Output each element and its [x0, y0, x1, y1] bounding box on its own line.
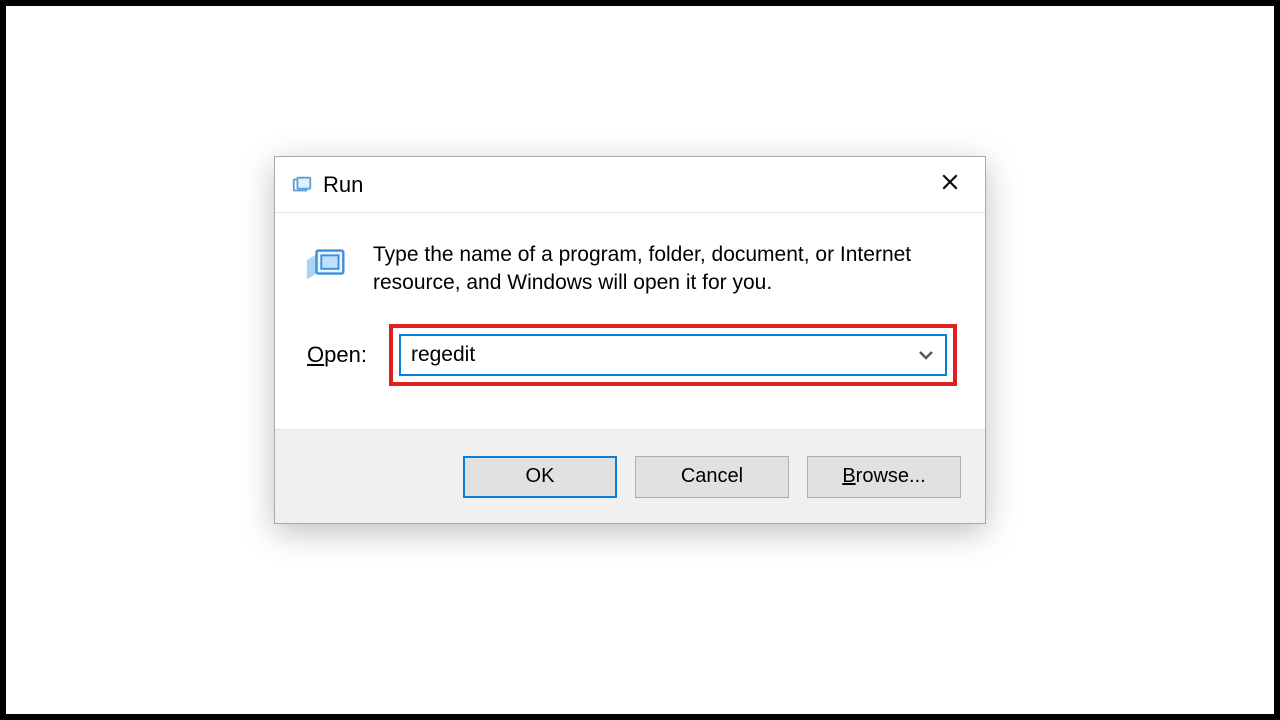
highlight-annotation: regedit — [389, 324, 957, 386]
open-combobox[interactable]: regedit — [399, 334, 947, 376]
browse-button-label: Browse... — [842, 465, 925, 488]
browse-button[interactable]: Browse... — [807, 456, 961, 498]
close-button[interactable] — [927, 162, 973, 208]
title-left: Run — [291, 172, 363, 198]
open-label: Open: — [307, 342, 367, 368]
ok-button-label: OK — [526, 465, 555, 488]
dialog-footer: OK Cancel Browse... — [275, 429, 985, 523]
dialog-content: Type the name of a program, folder, docu… — [275, 213, 985, 429]
open-combobox-value: regedit — [411, 343, 917, 367]
cancel-button-label: Cancel — [681, 465, 743, 488]
input-row: Open: regedit — [299, 324, 961, 386]
chevron-down-icon[interactable] — [917, 346, 935, 364]
run-dialog: Run Type the name of a program, folder, … — [274, 156, 986, 524]
ok-button[interactable]: OK — [463, 456, 617, 498]
instruction-text: Type the name of a program, folder, docu… — [373, 241, 961, 298]
titlebar: Run — [275, 157, 985, 213]
run-title-icon — [291, 174, 313, 196]
cancel-button[interactable]: Cancel — [635, 456, 789, 498]
run-program-icon — [305, 241, 351, 287]
instruction-row: Type the name of a program, folder, docu… — [299, 241, 961, 298]
close-icon — [941, 173, 959, 196]
dialog-title: Run — [323, 172, 363, 198]
